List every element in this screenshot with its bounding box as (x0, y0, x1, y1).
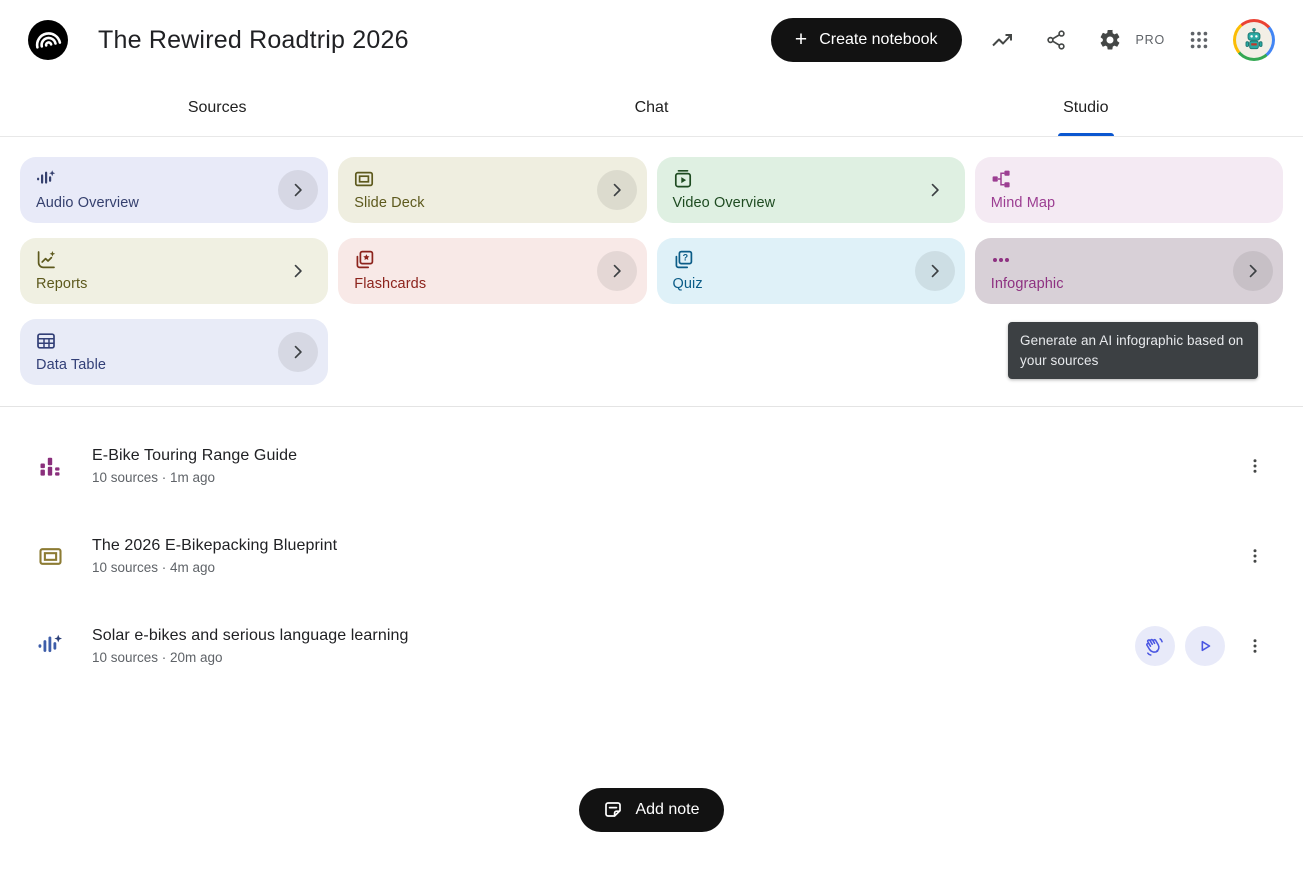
create-notebook-button[interactable]: + Create notebook (771, 18, 962, 62)
chevron-right-icon[interactable] (278, 251, 318, 291)
kebab-menu-icon (1246, 457, 1264, 475)
notebook-title[interactable]: The Rewired Roadtrip 2026 (98, 26, 409, 55)
artifact-meta: 10 sources · 1m ago (92, 470, 1235, 485)
studio-card-reports[interactable]: Reports (20, 238, 328, 304)
artifact-title: The 2026 E-Bikepacking Blueprint (92, 537, 1235, 555)
flashcards-icon (354, 250, 374, 270)
more-options-button[interactable] (1235, 536, 1275, 576)
create-notebook-label: Create notebook (819, 31, 937, 49)
artifact-row-slide-deck[interactable]: The 2026 E-Bikepacking Blueprint 10 sour… (36, 511, 1275, 601)
chevron-right-icon[interactable] (1233, 251, 1273, 291)
kebab-menu-icon (1246, 637, 1264, 655)
chevron-right-icon[interactable] (915, 251, 955, 291)
plus-icon: + (795, 29, 807, 50)
panel-tabs: Sources Chat Studio (0, 80, 1303, 137)
add-note-label: Add note (635, 801, 699, 819)
artifact-meta: 10 sources · 4m ago (92, 560, 1235, 575)
analytics-button[interactable] (978, 16, 1026, 64)
artifact-title: Solar e-bikes and serious language learn… (92, 627, 1135, 645)
studio-card-audio-overview[interactable]: Audio Overview (20, 157, 328, 223)
trending-up-icon (990, 28, 1014, 52)
logo-swirl-icon (28, 20, 68, 60)
studio-card-data-table[interactable]: Data Table (20, 319, 328, 385)
slide-deck-icon (36, 544, 64, 569)
chevron-right-icon[interactable] (597, 170, 637, 210)
ellipsis-icon (991, 250, 1011, 270)
chevron-right-icon[interactable] (278, 170, 318, 210)
tab-studio-label: Studio (1063, 99, 1108, 117)
account-avatar[interactable] (1233, 17, 1279, 63)
avatar-robot-image (1236, 22, 1272, 58)
artifact-title: E-Bike Touring Range Guide (92, 447, 1235, 465)
notebooklm-logo[interactable] (26, 18, 70, 62)
header: The Rewired Roadtrip 2026 + Create noteb… (0, 0, 1303, 80)
studio-card-infographic[interactable]: Infographic (975, 238, 1283, 304)
studio-card-quiz[interactable]: ? Quiz (657, 238, 965, 304)
studio-card-label: Data Table (36, 357, 312, 373)
more-options-button[interactable] (1235, 446, 1275, 486)
add-note-button[interactable]: Add note (579, 788, 723, 832)
studio-card-label: Audio Overview (36, 195, 312, 211)
studio-card-label: Reports (36, 276, 312, 292)
mind-map-icon (991, 169, 1011, 189)
studio-card-label: Quiz (673, 276, 949, 292)
play-icon (1195, 636, 1215, 656)
infographic-tooltip: Generate an AI infographic based on your… (1008, 322, 1258, 379)
slide-deck-icon (354, 169, 374, 189)
note-icon (603, 800, 623, 820)
studio-card-flashcards[interactable]: Flashcards (338, 238, 646, 304)
reports-icon (36, 250, 56, 270)
notebook-page: The Rewired Roadtrip 2026 + Create noteb… (0, 0, 1303, 887)
studio-card-label: Slide Deck (354, 195, 630, 211)
studio-card-label: Mind Map (991, 195, 1267, 211)
add-note-area: Add note (0, 788, 1303, 832)
active-tab-underline (1058, 133, 1114, 136)
kebab-menu-icon (1246, 547, 1264, 565)
more-options-button[interactable] (1235, 626, 1275, 666)
google-apps-button[interactable] (1175, 16, 1223, 64)
gear-icon (1098, 28, 1122, 52)
studio-card-video-overview[interactable]: Video Overview (657, 157, 965, 223)
studio-card-slide-deck[interactable]: Slide Deck (338, 157, 646, 223)
data-table-icon (36, 331, 56, 351)
artifact-list: E-Bike Touring Range Guide 10 sources · … (0, 407, 1303, 691)
chevron-right-icon[interactable] (278, 332, 318, 372)
share-icon (1045, 29, 1067, 51)
artifact-meta: 10 sources · 20m ago (92, 650, 1135, 665)
pro-badge: PRO (1136, 33, 1166, 47)
chevron-right-icon[interactable] (915, 170, 955, 210)
tab-studio[interactable]: Studio (869, 80, 1303, 136)
settings-button[interactable] (1086, 16, 1134, 64)
share-button[interactable] (1032, 16, 1080, 64)
studio-card-mind-map[interactable]: Mind Map (975, 157, 1283, 223)
artifact-row-audio-overview[interactable]: Solar e-bikes and serious language learn… (36, 601, 1275, 691)
svg-text:?: ? (682, 253, 688, 263)
avatar-ring (1233, 19, 1275, 61)
tab-chat[interactable]: Chat (434, 80, 868, 136)
audio-waveform-sparkle-icon (36, 169, 56, 189)
artifact-row-infographic[interactable]: E-Bike Touring Range Guide 10 sources · … (36, 421, 1275, 511)
chevron-right-icon[interactable] (597, 251, 637, 291)
apps-grid-icon (1188, 29, 1210, 51)
interactive-mode-button[interactable] (1135, 626, 1175, 666)
studio-card-label: Flashcards (354, 276, 630, 292)
play-audio-button[interactable] (1185, 626, 1225, 666)
studio-card-label: Infographic (991, 276, 1267, 292)
studio-card-label: Video Overview (673, 195, 949, 211)
bar-chart-icon (36, 454, 64, 478)
audio-waveform-sparkle-icon (36, 633, 64, 659)
quiz-icon: ? (673, 250, 693, 270)
video-overview-icon (673, 169, 693, 189)
tab-sources[interactable]: Sources (0, 80, 434, 136)
waving-hand-icon (1144, 635, 1166, 657)
